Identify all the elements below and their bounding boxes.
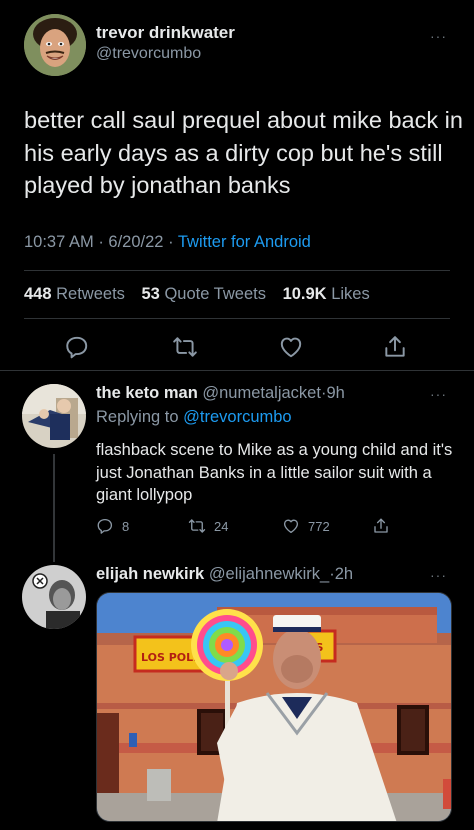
reply-count: 8 [122,518,130,534]
replying-to: Replying to @trevorcumbo [96,408,292,427]
reply-time[interactable]: 9h [326,384,344,402]
more-options-icon[interactable]: ··· [430,28,447,44]
reply-handle[interactable]: @numetaljacket [202,384,321,402]
reply-like-button[interactable]: 772 [282,517,330,535]
retweets-stat[interactable]: 448 Retweets [24,285,125,303]
quotes-count: 53 [141,285,160,303]
tweet-date[interactable]: 6/20/22 [108,233,163,251]
divider [0,370,474,371]
likes-stat[interactable]: 10.9K Likes [283,285,370,303]
share-icon[interactable] [382,334,408,360]
reply-header: elijah newkirk @elijahnewkirk_·2h [96,565,353,584]
likes-label: Likes [331,285,370,303]
reply-display-name[interactable]: elijah newkirk [96,565,204,583]
reply-display-name[interactable]: the keto man [96,384,198,402]
thread-line [53,454,55,562]
quotes-label: Quote Tweets [164,285,266,303]
media-sign-left: LOS POLL [141,651,200,664]
retweet-count: 24 [214,518,229,534]
author-handle[interactable]: @trevorcumbo [96,44,235,64]
retweets-count: 448 [24,285,52,303]
avatar[interactable] [24,14,86,76]
retweet-icon [188,519,206,533]
share-icon [374,518,388,533]
meta-separator: · [168,233,174,251]
reply-header: the keto man @numetaljacket·9h [96,384,345,403]
retweets-label: Retweets [56,285,125,303]
media-image[interactable]: LOS POLL NOS [96,592,452,822]
tweet-meta: 10:37 AM · 6/20/22 · Twitter for Android [24,233,311,252]
replying-prefix: Replying to [96,408,179,426]
reply-retweet-button[interactable]: 24 [188,517,228,535]
reply-handle[interactable]: @elijahnewkirk_ [209,565,329,583]
meta-separator: · [98,233,104,251]
tweet-source[interactable]: Twitter for Android [178,233,311,251]
replying-to-link[interactable]: @trevorcumbo [183,408,291,426]
reply-icon [97,518,113,534]
like-icon [283,519,299,534]
tweet-text: better call saul prequel about mike back… [24,107,463,198]
like-count: 772 [308,518,330,534]
tweet-stats: 448 Retweets 53 Quote Tweets 10.9K Likes [24,285,370,304]
divider [24,270,450,271]
likes-count: 10.9K [282,285,327,303]
avatar[interactable] [22,565,86,629]
reply-time[interactable]: 2h [335,565,353,583]
author-display-name[interactable]: trevor drinkwater [96,22,235,44]
reply-reply-button[interactable]: 8 [96,517,129,535]
like-icon[interactable] [278,334,304,360]
tweet-author[interactable]: trevor drinkwater @trevorcumbo [24,14,235,76]
reply-actions: 8 24 772 [96,517,416,541]
reply-share-button[interactable] [372,517,390,535]
more-options-icon[interactable]: ··· [430,386,447,402]
tweet-time[interactable]: 10:37 AM [24,233,94,251]
more-options-icon[interactable]: ··· [430,567,447,583]
quotes-stat[interactable]: 53 Quote Tweets [142,285,266,303]
reply-text: flashback scene to Mike as a young child… [96,441,453,504]
tweet-actions [0,330,474,366]
reply-icon[interactable] [64,334,90,360]
retweet-icon[interactable] [172,334,198,360]
divider [24,318,450,319]
avatar[interactable] [22,384,86,448]
